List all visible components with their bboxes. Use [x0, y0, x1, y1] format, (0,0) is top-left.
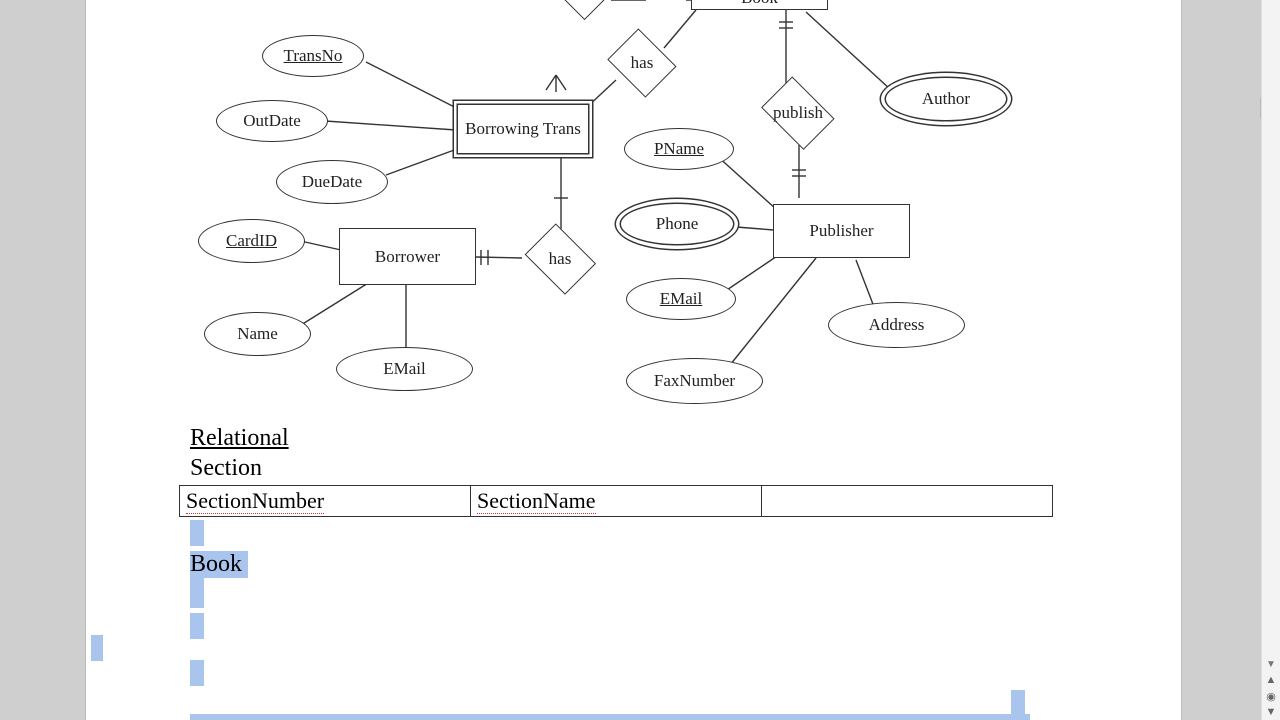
heading-book: Book — [190, 551, 248, 578]
entity-label: Borrower — [375, 247, 440, 267]
previous-page-button[interactable]: ▲ — [1262, 672, 1280, 688]
attribute-cardid: CardID — [198, 219, 305, 263]
section-schema-table[interactable]: SectionNumber SectionName — [179, 485, 1053, 517]
attribute-label: FaxNumber — [654, 371, 735, 391]
attribute-label: Phone — [656, 214, 699, 234]
attribute-label: Address — [869, 315, 925, 335]
attribute-phone-multivalued: Phone — [621, 204, 733, 244]
attribute-label: EMail — [660, 289, 703, 309]
attribute-faxnumber: FaxNumber — [626, 358, 763, 404]
attribute-label: OutDate — [243, 111, 301, 131]
attribute-outdate: OutDate — [216, 100, 328, 142]
document-page: Book Exists TransNo OutDate DueDate Borr… — [85, 0, 1182, 720]
attribute-name: Name — [204, 312, 311, 356]
entity-label: Book — [741, 0, 778, 8]
attribute-email-publisher: EMail — [626, 278, 736, 320]
scroll-down-arrow[interactable]: ▼ — [1262, 656, 1280, 672]
attribute-email-borrower: EMail — [336, 347, 473, 391]
table-row: SectionNumber SectionName — [180, 486, 1053, 517]
entity-borrowing-trans: Borrowing Trans — [458, 105, 588, 153]
entity-book: Book — [691, 0, 828, 10]
attribute-label: TransNo — [284, 46, 343, 66]
vertical-scrollbar[interactable]: ▼ ▲ ◉ ▼ — [1261, 0, 1280, 720]
next-page-button[interactable]: ▼ — [1262, 704, 1280, 720]
entity-label: Publisher — [809, 221, 873, 241]
selection-fragment — [190, 714, 1030, 720]
entity-label: Borrowing Trans — [465, 119, 581, 139]
table-header-1: SectionName — [477, 488, 596, 514]
attribute-pname: PName — [624, 128, 734, 170]
attribute-label: PName — [654, 139, 704, 159]
object-browse-button[interactable]: ◉ — [1262, 688, 1280, 704]
attribute-label: EMail — [383, 359, 426, 379]
selection-fragment — [190, 660, 204, 686]
selection-fragment — [1011, 690, 1025, 716]
relationship-publish: publish — [758, 84, 838, 142]
attribute-address: Address — [828, 302, 965, 348]
entity-borrower: Borrower — [339, 228, 476, 285]
attribute-transno: TransNo — [262, 35, 364, 77]
relationship-has-top: has — [606, 34, 678, 92]
relationship-label: has — [549, 249, 572, 269]
table-header-0: SectionNumber — [186, 488, 324, 514]
selection-fragment — [91, 635, 103, 661]
selection-region[interactable]: Book — [190, 520, 248, 644]
attribute-label: DueDate — [302, 172, 362, 192]
heading-section[interactable]: Section — [190, 455, 262, 482]
attribute-author-multivalued: Author — [886, 78, 1006, 120]
entity-publisher: Publisher — [773, 204, 910, 258]
relationship-label: publish — [773, 103, 823, 123]
relationship-label: Exists — [555, 0, 597, 2]
relationship-has-bottom: has — [522, 230, 598, 288]
heading-relational[interactable]: Relational — [190, 425, 289, 452]
attribute-label: Name — [237, 324, 278, 344]
relationship-exists: Exists — [541, 0, 611, 10]
relationship-label: has — [631, 53, 654, 73]
attribute-label: CardID — [226, 231, 277, 251]
attribute-label: Author — [922, 89, 970, 109]
er-diagram-canvas: Book Exists TransNo OutDate DueDate Borr… — [86, 0, 1181, 720]
attribute-duedate: DueDate — [276, 160, 388, 204]
